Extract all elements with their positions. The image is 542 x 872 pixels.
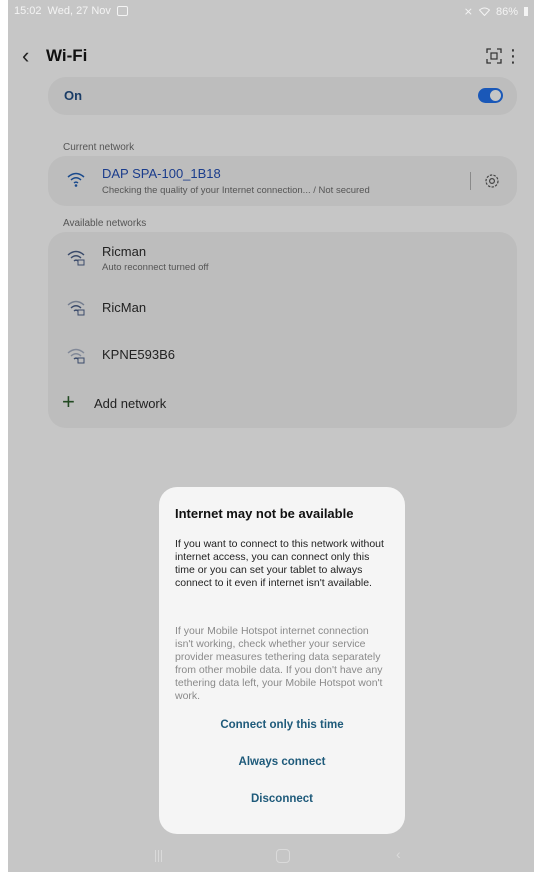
plus-icon: + [62, 389, 75, 414]
wifi-icon [67, 172, 85, 187]
connect-once-button[interactable]: Connect only this time [159, 719, 405, 731]
dialog-note: If your Mobile Hotspot internet connecti… [175, 625, 383, 702]
wifi-lock-icon [67, 300, 85, 316]
current-network-status: Checking the quality of your Internet co… [102, 185, 370, 196]
network-item[interactable]: RicMan [48, 282, 517, 330]
network-item[interactable]: Ricman Auto reconnect turned off [48, 232, 517, 282]
always-connect-button[interactable]: Always connect [159, 756, 405, 768]
status-left: 15:02 Wed, 27 Nov [14, 5, 128, 17]
switch-knob [490, 90, 501, 101]
disconnect-button[interactable]: Disconnect [159, 793, 405, 805]
wifi-toggle-switch[interactable] [478, 88, 503, 103]
home-icon[interactable] [276, 849, 290, 863]
dialog-title: Internet may not be available [175, 506, 354, 521]
dialog-body: If you want to connect to this network w… [175, 538, 384, 589]
battery-percent: 86% [495, 5, 518, 18]
mute-icon: ⨯ [463, 6, 473, 18]
status-right: ⨯ 86% [464, 5, 528, 18]
navigation-bar: ‹ [8, 838, 534, 872]
network-subtitle: Auto reconnect turned off [102, 262, 209, 273]
network-name: KPNE593B6 [102, 347, 175, 362]
battery-icon [524, 7, 528, 16]
current-network-label: Current network [63, 142, 135, 153]
network-name: Ricman [102, 244, 147, 259]
add-network-item[interactable]: + Add network [48, 378, 517, 428]
current-network-name: DAP SPA-100_1B18 [102, 166, 221, 181]
back-nav-icon[interactable]: ‹ [396, 846, 401, 862]
internet-warning-dialog: Internet may not be available If you wan… [159, 487, 405, 834]
status-date: Wed, 27 Nov [47, 5, 111, 17]
available-networks-card: Ricman Auto reconnect turned off RicMan … [48, 232, 517, 428]
network-item[interactable]: KPNE593B6 [48, 330, 517, 378]
status-time: 15:02 [14, 5, 42, 17]
wifi-toggle-label: On [64, 88, 83, 103]
header: ‹ Wi-Fi ⋮ [8, 44, 534, 72]
status-bar: 15:02 Wed, 27 Nov ⨯ 86% [8, 0, 534, 22]
back-icon[interactable]: ‹ [22, 44, 29, 68]
wifi-toggle-row[interactable]: On [48, 77, 517, 115]
network-name: RicMan [102, 300, 147, 315]
page-title: Wi-Fi [46, 46, 88, 65]
available-networks-label: Available networks [63, 218, 147, 229]
recent-apps-icon[interactable] [155, 850, 167, 862]
wifi-lock-icon [67, 250, 85, 266]
add-network-label: Add network [94, 396, 167, 411]
divider [470, 172, 471, 190]
current-network-row[interactable]: DAP SPA-100_1B18 Checking the quality of… [48, 156, 517, 206]
image-icon [116, 6, 128, 16]
wifi-lock-icon [67, 348, 85, 364]
qr-scan-icon[interactable] [486, 48, 502, 64]
more-options-icon[interactable]: ⋮ [504, 46, 522, 66]
gear-icon[interactable] [483, 172, 501, 190]
wifi-status-icon [478, 7, 490, 16]
screen: 15:02 Wed, 27 Nov ⨯ 86% ‹ Wi-Fi ⋮ On Cur… [8, 0, 534, 872]
